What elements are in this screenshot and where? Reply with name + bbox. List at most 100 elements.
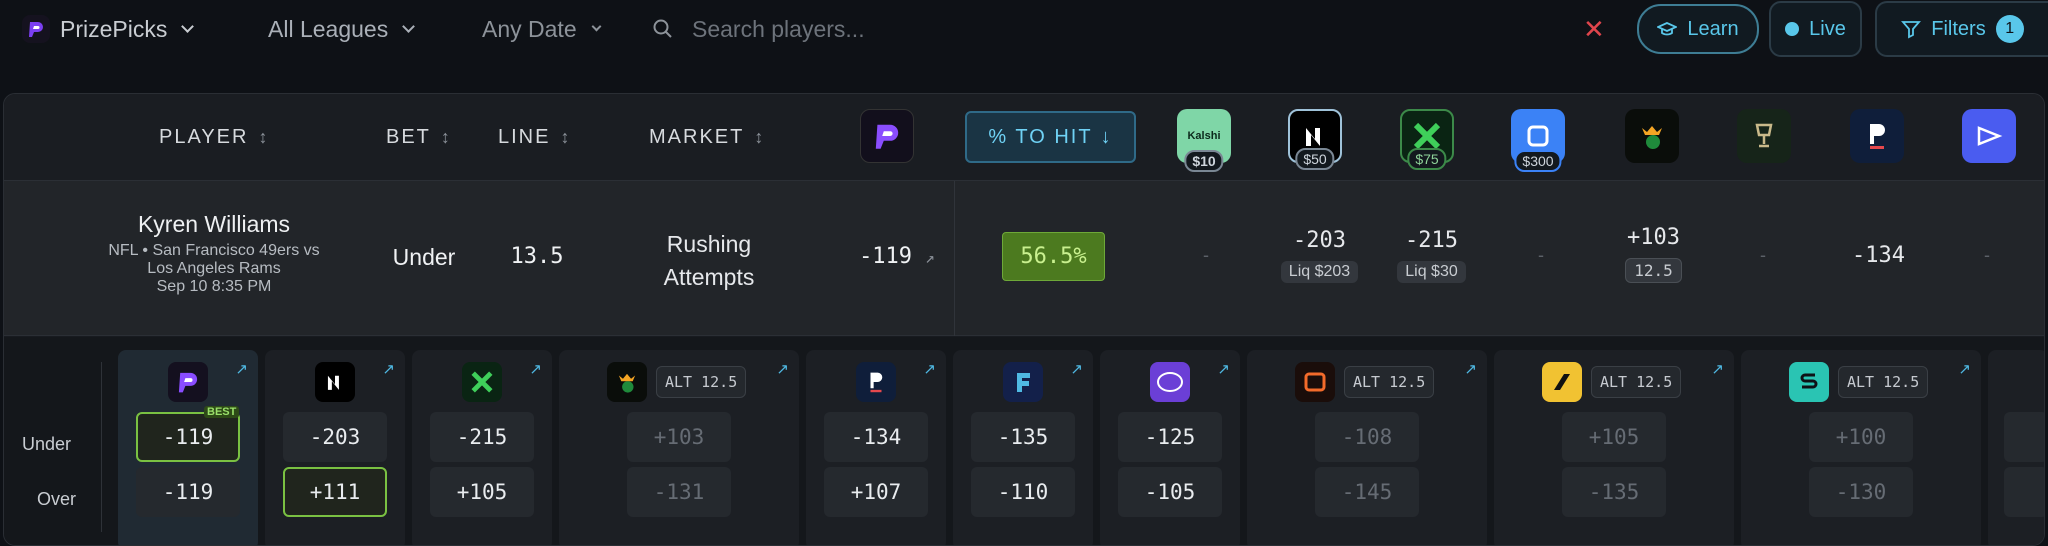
liquidity-badge: Liq $203 (1280, 261, 1359, 283)
search-placeholder: Search players... (692, 15, 865, 42)
chevron-down-icon (591, 21, 602, 31)
under-odds[interactable]: -203 (283, 412, 387, 462)
learn-label: Learn (1687, 17, 1739, 40)
game-time: Sep 10 8:35 PM (156, 278, 272, 295)
external-link-icon[interactable]: ↗ (1958, 360, 1971, 378)
prizepicks-odds[interactable]: -119 ↗ (842, 244, 952, 269)
date-select[interactable]: Any Date (482, 0, 602, 58)
book-card-superbook[interactable]: ALT 12.5 ↗ +100 -130 (1741, 350, 1981, 545)
under-odds[interactable]: +103 (627, 412, 731, 462)
under-odds[interactable]: -215 (430, 412, 534, 462)
table-row[interactable]: Kyren Williams NFL • San Francisco 49ers… (4, 181, 2044, 336)
book-card-novig[interactable]: ↗ -203 +111 (265, 350, 405, 545)
prizepicks-icon (22, 15, 50, 43)
league-select[interactable]: All Leagues (268, 0, 416, 58)
over-odds[interactable]: -131 (627, 467, 731, 517)
prophetx-book-icon[interactable]: $75 (1400, 109, 1454, 170)
under-odds[interactable] (2004, 412, 2044, 462)
draftkings-book-icon[interactable] (1625, 109, 1679, 163)
over-odds[interactable]: -135 (1562, 467, 1666, 517)
cap-icon (1657, 22, 1678, 36)
book-card-hardrock[interactable]: ↗ -125 -105 (1100, 350, 1240, 545)
under-odds[interactable]: +100 (1809, 412, 1913, 462)
draftkings-odds[interactable]: +103 12.5 (1606, 225, 1701, 283)
hit-percent-badge: 56.5% (1002, 232, 1105, 281)
alt-line-badge: ALT 12.5 (1344, 366, 1435, 398)
over-odds[interactable]: -145 (1315, 467, 1419, 517)
pointsbet-book-icon[interactable] (1850, 109, 1904, 163)
col-player[interactable]: PLAYER ↕ (159, 94, 267, 181)
col-market[interactable]: MARKET ↕ (649, 94, 763, 181)
under-odds[interactable]: +105 (1562, 412, 1666, 462)
over-odds[interactable]: -130 (1809, 467, 1913, 517)
bonus-badge: $10 (1184, 150, 1224, 172)
book-card-pointsbet[interactable]: ↗ -134 +107 (806, 350, 946, 545)
sleeper-book-icon[interactable]: $300 (1511, 109, 1565, 172)
under-odds[interactable]: -108 (1315, 412, 1419, 462)
betrivers-icon (1542, 362, 1582, 402)
under-odds[interactable]: -119 (136, 412, 240, 462)
over-odds[interactable] (2004, 467, 2044, 517)
under-odds[interactable]: -125 (1118, 412, 1222, 462)
market-value: Rushing Attempts (614, 228, 804, 294)
matchup-line2: Los Angeles Rams (147, 260, 281, 277)
external-link-icon[interactable]: ↗ (382, 360, 395, 378)
app-selector[interactable]: PrizePicks (22, 0, 195, 58)
book-cards: Under Over ↗ -119 -119 BEST ↗ -203 +111 ↗ -215 +1… (4, 337, 2044, 545)
book-card-partial[interactable] (1988, 350, 2044, 545)
over-odds[interactable]: -119 (136, 467, 240, 517)
col-bet[interactable]: BET ↕ (386, 94, 450, 181)
live-button[interactable]: Live (1769, 1, 1862, 57)
prizepicks-book-icon[interactable] (860, 109, 914, 163)
prizepicks-odds-value: -119 (859, 244, 913, 269)
external-link-icon[interactable]: ↗ (776, 360, 789, 378)
under-odds[interactable]: -135 (971, 412, 1075, 462)
external-link-icon[interactable]: ↗ (235, 360, 248, 378)
over-odds[interactable]: +105 (430, 467, 534, 517)
kalshi-book-icon[interactable]: Kalshi $10 (1177, 109, 1231, 172)
book-card-betrivers[interactable]: ALT 12.5 ↗ +105 -135 (1494, 350, 1734, 545)
prophetx-odds-value: -215 (1405, 228, 1458, 253)
external-link-icon[interactable]: ↗ (923, 360, 936, 378)
empty-odds-dash: - (1760, 245, 1766, 265)
underdog-book-icon[interactable] (1962, 109, 2016, 163)
book-card-prizepicks[interactable]: ↗ -119 -119 BEST (118, 350, 258, 545)
alt-line-badge: ALT 12.5 (1591, 366, 1682, 398)
bonus-badge: $300 (1514, 150, 1562, 172)
external-link-icon[interactable]: ↗ (1217, 360, 1230, 378)
col-hit-sort-button[interactable]: % TO HIT ↓ (965, 111, 1136, 163)
external-link-icon[interactable]: ↗ (1070, 360, 1083, 378)
over-odds[interactable]: -105 (1118, 467, 1222, 517)
card-divider (101, 362, 102, 532)
close-icon[interactable]: ✕ (1583, 14, 1605, 45)
over-odds[interactable]: +111 (283, 467, 387, 517)
sort-icon: ↕ (560, 127, 570, 147)
superbook-icon (1789, 362, 1829, 402)
external-link-icon: ↗ (925, 248, 935, 267)
book-card-fanatics[interactable]: ↗ -135 -110 (953, 350, 1093, 545)
under-odds[interactable]: -134 (824, 412, 928, 462)
pointsbet-odds[interactable]: -134 (1831, 243, 1926, 268)
external-link-icon[interactable]: ↗ (1711, 360, 1724, 378)
over-odds[interactable]: -110 (971, 467, 1075, 517)
book-card-fanduel[interactable]: ALT 12.5 ↗ -108 -145 (1247, 350, 1487, 545)
over-odds[interactable]: +107 (824, 467, 928, 517)
col-bet-label: BET (386, 126, 431, 148)
search-input[interactable]: Search players... (652, 0, 865, 58)
live-dot-icon (1785, 22, 1800, 36)
novig-book-icon[interactable]: $50 (1288, 109, 1342, 170)
filters-button[interactable]: Filters 1 (1875, 1, 2048, 57)
book-card-prophetx[interactable]: ↗ -215 +105 (412, 350, 552, 545)
novig-odds[interactable]: -203 Liq $203 (1272, 228, 1367, 283)
chalice-book-icon[interactable] (1737, 109, 1791, 163)
learn-button[interactable]: Learn (1637, 4, 1759, 54)
filter-icon (1901, 21, 1922, 39)
col-line[interactable]: LINE ↕ (498, 94, 569, 181)
hardrock-icon (1150, 362, 1190, 402)
prophetx-icon (462, 362, 502, 402)
prophetx-odds[interactable]: -215 Liq $30 (1384, 228, 1479, 283)
external-link-icon[interactable]: ↗ (529, 360, 542, 378)
external-link-icon[interactable]: ↗ (1464, 360, 1477, 378)
table-header: PLAYER ↕ BET ↕ LINE ↕ MARKET ↕ % TO HIT ↓ Kal… (4, 94, 2044, 181)
book-card-draftkings[interactable]: ALT 12.5 ↗ +103 -131 (559, 350, 799, 545)
